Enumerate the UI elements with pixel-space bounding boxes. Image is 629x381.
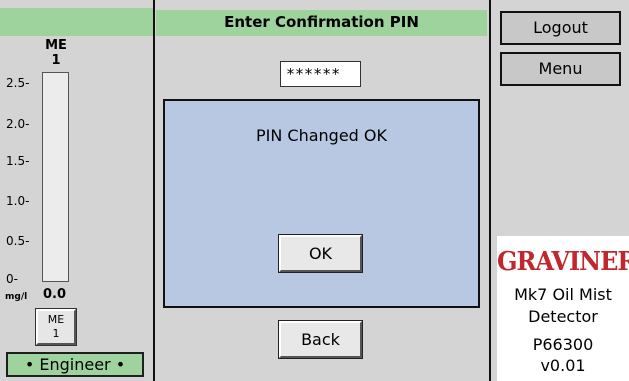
meter-label: ME	[45, 38, 67, 53]
reading-value: 0.0	[43, 287, 67, 302]
page-title: Enter Confirmation PIN	[156, 10, 487, 36]
me-button-line1: ME	[47, 313, 65, 326]
oil-mist-level-bar	[42, 72, 69, 282]
product-name-line2: Detector	[528, 307, 598, 326]
graviner-logo: GRAVINER	[497, 244, 629, 277]
meter-scale: 2.5- 2.0- 1.5- 1.0- 0.5- 0-	[0, 0, 40, 300]
pin-input[interactable]: ******	[280, 61, 361, 87]
menu-button[interactable]: Menu	[500, 52, 621, 86]
scale-tick-1-5: 1.5-	[6, 154, 30, 168]
part-number: P66300	[532, 335, 594, 354]
me-detector-button[interactable]: ME 1	[36, 309, 76, 345]
scale-tick-1-0: 1.0-	[6, 194, 30, 208]
scale-tick-0: 0-	[6, 272, 18, 286]
scale-tick-2-0: 2.0-	[6, 117, 30, 131]
logout-button[interactable]: Logout	[500, 11, 621, 45]
meter-index: 1	[51, 53, 61, 68]
engineer-mode-badge: • Engineer •	[6, 352, 144, 377]
me-button-line2: 1	[52, 327, 60, 340]
ok-button[interactable]: OK	[279, 235, 362, 272]
scale-tick-2-5: 2.5-	[6, 76, 30, 90]
unit-label: mg/l	[5, 292, 28, 302]
version: v0.01	[540, 356, 586, 375]
product-name-line1: Mk7 Oil Mist	[514, 285, 612, 304]
back-button[interactable]: Back	[279, 321, 362, 358]
dialog-message: PIN Changed OK	[255, 126, 387, 145]
scale-tick-0-5: 0.5-	[6, 234, 30, 248]
